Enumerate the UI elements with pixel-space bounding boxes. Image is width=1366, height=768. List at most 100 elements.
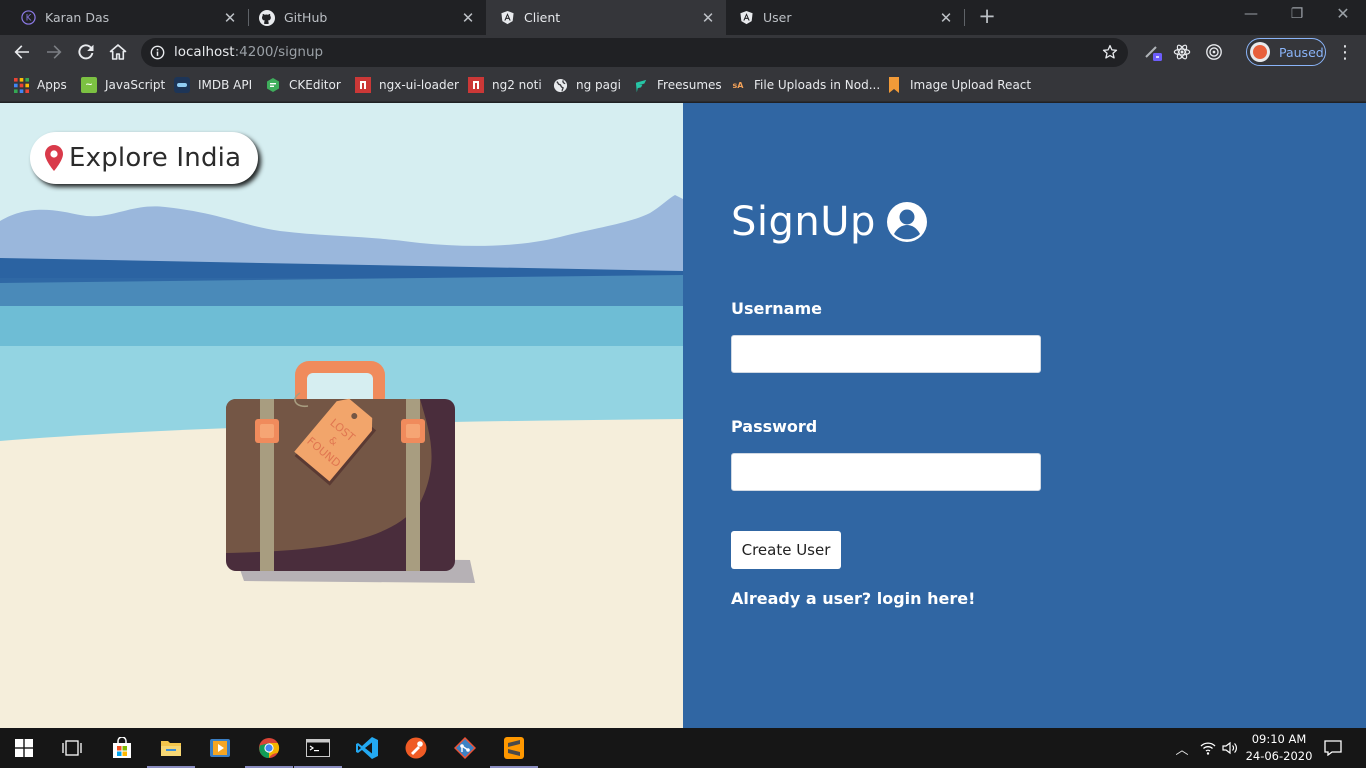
show-hidden-icons-chevron-up-icon[interactable]: ︿ [1170,728,1194,768]
clock-time: 09:10 AM [1251,732,1307,746]
close-tab-icon[interactable]: ✕ [460,10,476,26]
home-icon [109,44,127,60]
task-view-icon[interactable] [48,728,96,768]
system-clock[interactable]: 09:10 AM 24-06-2020 [1240,731,1318,765]
username-label: Username [731,299,822,318]
bookmark-label: File Uploads in Nod... [754,78,881,92]
store-icon[interactable] [98,728,146,768]
reload-button[interactable] [74,40,98,64]
profile-button[interactable]: Paused [1246,38,1326,66]
restore-button[interactable]: ❐ [1274,0,1320,30]
password-input[interactable] [731,453,1041,491]
close-tab-icon[interactable]: ✕ [938,10,954,26]
minimize-button[interactable]: — [1228,0,1274,30]
tab-title: User [763,10,792,25]
angular-icon [499,10,515,26]
npm-icon [468,77,484,93]
create-user-button[interactable]: Create User [731,531,841,569]
bookmark-label: ng2 noti [492,78,542,92]
start-icon[interactable] [0,728,48,768]
tab-title: Client [524,10,561,25]
windows-taskbar: ︿ 09:10 AM 24-06-2020 [0,728,1366,768]
react-devtools-icon[interactable] [1171,41,1193,63]
password-label: Password [731,417,818,436]
chrome-icon[interactable] [245,728,293,768]
apps-grid-icon [13,77,29,93]
file-explorer-icon[interactable] [147,728,195,768]
bookmark-imdb-api[interactable]: IMDB API [174,76,252,94]
browser-tab-strip: K Karan Das ✕ GitHub ✕ Client ✕ User ✕ +… [0,0,1366,35]
karan-das-favicon: K [20,10,36,26]
volume-icon[interactable] [1218,728,1242,768]
bookmarks-bar: Apps ~ JavaScript IMDB API CKEditor ngx-… [0,69,1366,102]
url-path: :4200/signup [234,44,324,60]
bookmark-label: ng pagi [576,78,621,92]
signup-page: LOST & FOUND Explore India SignUp Userna… [0,103,1366,728]
github-icon [259,9,275,26]
site-info-icon[interactable] [150,45,165,64]
notifications-icon[interactable] [1320,728,1346,768]
url-text[interactable]: localhost:4200/signup [174,44,323,60]
color-picker-extension-icon[interactable] [1142,41,1164,63]
tab-client[interactable]: Client ✕ [486,0,726,35]
bookmark-ckeditor[interactable]: CKEditor [265,76,341,94]
bookmark-label: ngx-ui-loader [379,78,459,92]
npm-icon [355,77,371,93]
svg-text:K: K [25,13,31,23]
explore-india-brand[interactable]: Explore India [30,132,259,184]
page-title: SignUp [731,199,928,245]
vscode-icon[interactable] [343,728,391,768]
back-button[interactable] [10,40,34,64]
user-circle-icon [886,201,928,243]
profile-status: Paused [1279,44,1324,60]
globe-icon [552,77,568,93]
username-input[interactable] [731,335,1041,373]
tab-divider [964,9,965,26]
browser-toolbar: localhost:4200/signup Paused ⋮ [0,35,1366,69]
map-pin-icon [45,145,63,171]
bookmark-star-icon[interactable] [1102,44,1118,64]
tab-title: GitHub [284,10,328,25]
reload-icon [78,44,94,60]
angular-icon [738,10,754,26]
close-tab-icon[interactable]: ✕ [222,10,238,26]
home-button[interactable] [106,40,130,64]
new-tab-button[interactable]: + [975,5,999,29]
postman-icon[interactable] [392,728,440,768]
sublime-text-icon[interactable] [490,728,538,768]
git-icon[interactable] [441,728,489,768]
bookmark-freesumes[interactable]: Freesumes [633,76,722,94]
beach-luggage-illustration: LOST & FOUND [0,103,683,728]
bookmark-javascript[interactable]: ~ JavaScript [81,76,165,94]
back-arrow-icon [14,45,29,59]
freesumes-icon [633,77,649,93]
tab-user[interactable]: User ✕ [726,0,964,35]
bookmark-ngx-ui-loader[interactable]: ngx-ui-loader [355,76,459,94]
brand-name: Explore India [69,143,242,173]
bookmark-ribbon-icon [886,77,902,93]
bookmark-ng-pagi[interactable]: ng pagi [552,76,621,94]
imdb-api-icon [174,77,190,93]
bookmark-label: CKEditor [289,78,341,92]
close-window-button[interactable]: ✕ [1320,0,1366,30]
bookmark-file-uploads[interactable]: sA File Uploads in Nod... [730,76,881,94]
terminal-icon[interactable] [294,728,342,768]
target-extension-icon[interactable] [1203,41,1225,63]
bookmark-image-upload-react[interactable]: Image Upload React [886,76,1031,94]
wifi-icon[interactable] [1196,728,1220,768]
close-tab-icon[interactable]: ✕ [700,10,716,26]
sa-icon: sA [732,80,744,90]
tab-github[interactable]: GitHub ✕ [249,0,486,35]
bookmark-ng2-noti[interactable]: ng2 noti [468,76,542,94]
ckeditor-icon [265,77,281,93]
forward-arrow-icon [47,45,62,59]
login-link[interactable]: Already a user? login here! [731,589,975,608]
chrome-menu-icon[interactable]: ⋮ [1333,40,1357,64]
bookmark-label: Apps [37,78,67,92]
media-player-icon[interactable] [196,728,244,768]
forward-button[interactable] [42,40,66,64]
avatar [1250,42,1270,62]
bookmark-apps[interactable]: Apps [13,76,67,94]
tab-karan-das[interactable]: K Karan Das ✕ [0,0,248,35]
address-bar[interactable]: localhost:4200/signup [141,38,1128,67]
